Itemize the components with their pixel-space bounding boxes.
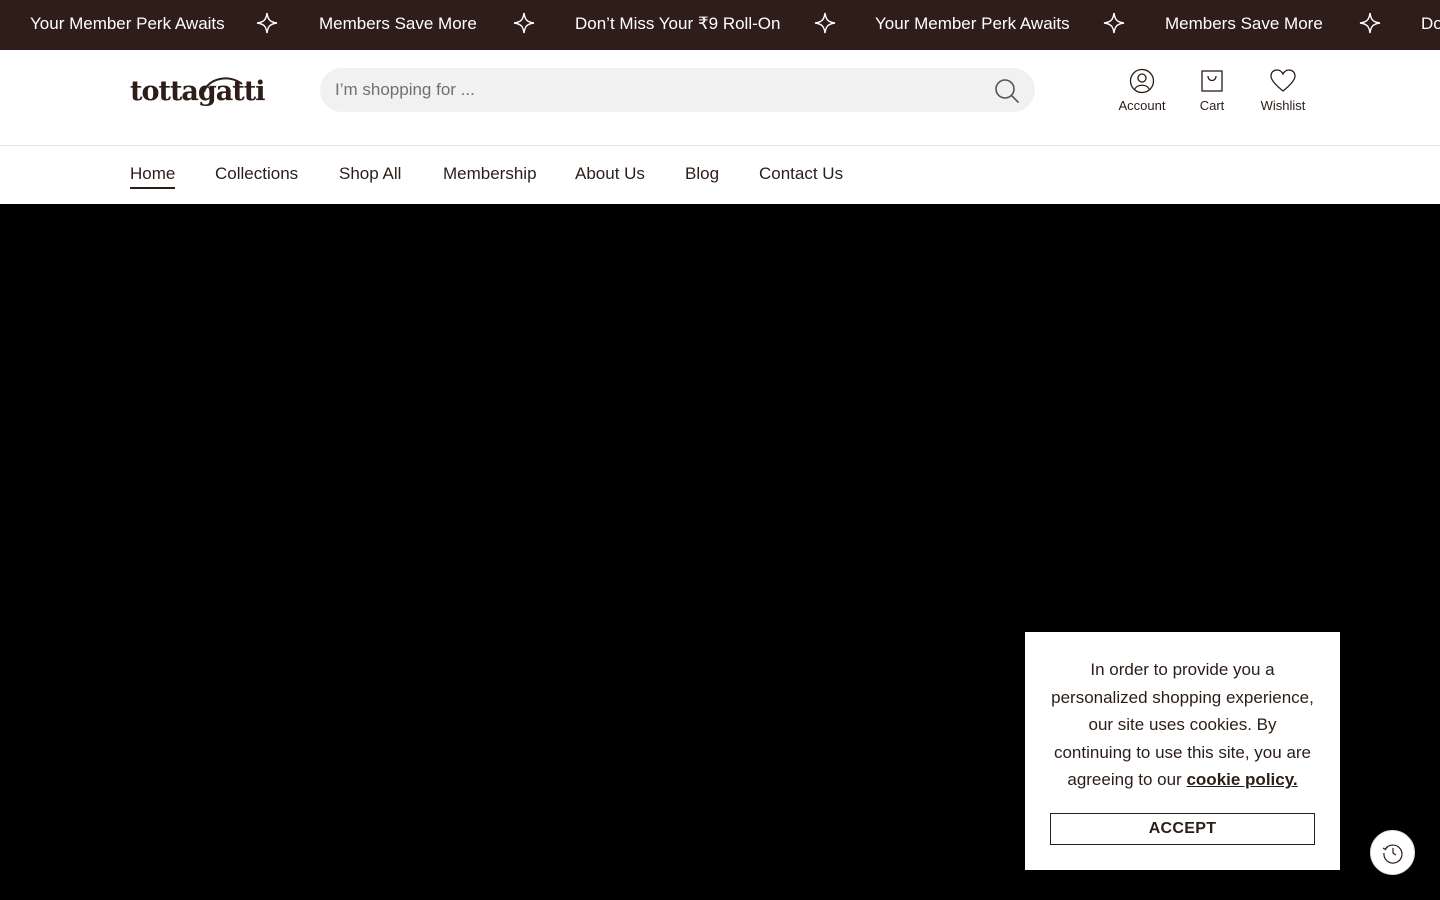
announcement-message: Your Member Perk Awaits: [30, 14, 225, 33]
nav-item-collections[interactable]: Collections: [215, 146, 298, 204]
cart-button[interactable]: Cart: [1192, 68, 1232, 113]
accept-cookies-button[interactable]: ACCEPT: [1050, 813, 1315, 845]
cookie-message: In order to provide you a personalized s…: [1050, 656, 1315, 794]
search-input[interactable]: [320, 68, 970, 112]
nav-item-label: Membership: [443, 164, 537, 183]
nav-item-membership[interactable]: Membership: [443, 146, 537, 204]
nav-item-label: Collections: [215, 164, 299, 183]
cookie-consent-popup: In order to provide you a personalized s…: [1025, 632, 1340, 870]
nav-item-label: Blog: [685, 164, 720, 183]
cookie-policy-link[interactable]: cookie policy.: [1186, 770, 1297, 789]
account-button[interactable]: Account: [1112, 68, 1172, 113]
site-header: tottagatti Account Cart Wishlist: [0, 50, 1440, 145]
nav-item-label: Shop All: [339, 164, 402, 183]
bag-icon: [1201, 70, 1223, 92]
user-icon: [1129, 68, 1155, 94]
recently-viewed-button[interactable]: [1370, 830, 1415, 875]
nav-item-about-us[interactable]: About Us: [575, 146, 645, 204]
nav-item-label: About Us: [575, 164, 645, 183]
announcement-bar: Your Member Perk Awaits Members Save Mor…: [0, 0, 1440, 50]
nav-item-blog[interactable]: Blog: [685, 146, 719, 204]
announcement-message: Don’t Miss Your ₹9 Roll-On: [1421, 14, 1440, 33]
search-icon[interactable]: [993, 77, 1021, 105]
sparkle-icon: [1359, 12, 1381, 34]
main-nav: Home Collections Shop All Membership Abo…: [0, 146, 1440, 325]
sparkle-icon: [513, 12, 535, 34]
site-logo[interactable]: tottagatti: [130, 72, 265, 112]
account-label: Account: [1118, 98, 1166, 113]
clock-history-icon: [1382, 844, 1403, 864]
wishlist-button[interactable]: Wishlist: [1255, 68, 1311, 113]
search-bar: [320, 68, 1035, 112]
wishlist-label: Wishlist: [1260, 98, 1306, 113]
announcement-message: Members Save More: [1165, 14, 1323, 33]
nav-item-label: Contact Us: [759, 164, 844, 183]
nav-item-contact-us[interactable]: Contact Us: [759, 146, 843, 204]
announcement-message: Don’t Miss Your ₹9 Roll-On: [575, 14, 781, 33]
cart-label: Cart: [1199, 98, 1225, 113]
sparkle-icon: [256, 12, 278, 34]
heart-icon: [1270, 69, 1296, 92]
nav-item-shop-all[interactable]: Shop All: [339, 146, 401, 204]
sparkle-icon: [814, 12, 836, 34]
logo-arc-icon: [203, 77, 243, 93]
nav-item-home[interactable]: Home: [130, 146, 176, 204]
nav-item-label: Home: [130, 164, 176, 189]
announcement-message: Your Member Perk Awaits: [875, 14, 1070, 33]
sparkle-icon: [1103, 12, 1125, 34]
announcement-message: Members Save More: [319, 14, 477, 33]
